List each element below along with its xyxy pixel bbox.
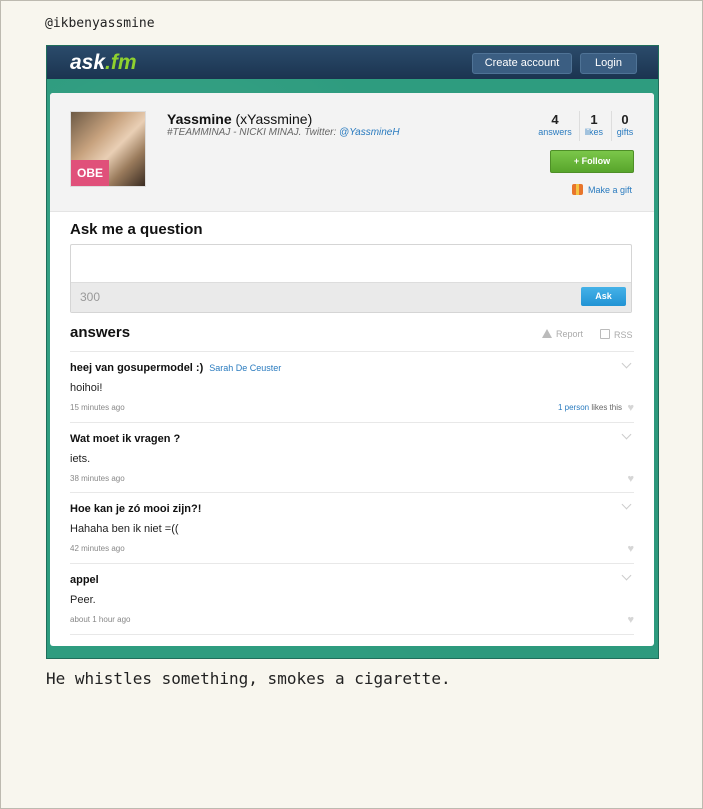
display-name: Yassmine (167, 111, 232, 127)
stat-value: 0 (621, 112, 629, 127)
stat-label: likes (584, 127, 603, 137)
answer-text: hoihoi! (70, 382, 103, 394)
answer-text: Peer. (70, 594, 96, 606)
make-gift-link[interactable]: Make a gift (572, 184, 632, 195)
logo-suffix: .fm (105, 51, 137, 74)
asker-link[interactable]: Sarah De Ceuster (209, 363, 281, 373)
login-button[interactable]: Login (580, 53, 637, 74)
answer-time[interactable]: 38 minutes ago (70, 474, 125, 483)
chevron-down-icon[interactable] (621, 499, 632, 510)
question-toolbar: 300 Ask (71, 282, 631, 312)
heart-icon[interactable]: ♥ (627, 615, 634, 626)
chevron-down-icon[interactable] (621, 429, 632, 440)
answer-question: Hoe kan je zó mooi zijn?! (70, 503, 201, 515)
chevron-down-icon[interactable] (621, 570, 632, 581)
answer-question: Wat moet ik vragen ? (70, 433, 180, 445)
stat-gifts[interactable]: 0 gifts (613, 112, 637, 137)
report-label: Report (556, 329, 584, 339)
askfm-logo[interactable]: ask.fm (70, 51, 137, 75)
answer-text: iets. (70, 453, 91, 465)
rss-icon (600, 329, 610, 339)
heart-icon[interactable]: ♥ (627, 403, 634, 414)
caption-story: He whistles something, smokes a cigarett… (46, 669, 451, 688)
avatar[interactable]: OBE (70, 111, 146, 187)
stat-label: gifts (616, 127, 634, 137)
stat-answers[interactable]: 4 answers (535, 112, 575, 137)
follow-button[interactable]: + Follow (550, 150, 634, 173)
ask-heading: Ask me a question (70, 221, 203, 238)
answer-time[interactable]: 42 minutes ago (70, 544, 125, 553)
question-text: appel (70, 574, 99, 586)
stat-value: 4 (551, 112, 559, 127)
likes-info: 1 person likes this (558, 403, 622, 412)
answer-time[interactable]: about 1 hour ago (70, 615, 131, 624)
logo-text: ask (70, 51, 106, 74)
question-text: Wat moet ik vragen ? (70, 433, 181, 445)
rss-label: RSS (614, 330, 633, 340)
heart-icon[interactable]: ♥ (627, 544, 634, 555)
profile-bio: #TEAMMINAJ - NICKI MINAJ. Twitter: @Yass… (167, 127, 400, 138)
question-textarea[interactable]: 300 Ask (70, 244, 632, 313)
answer-item: heej van gosupermodel :) Sarah De Ceuster… (70, 351, 634, 422)
warning-icon (542, 329, 552, 338)
answer-time[interactable]: 15 minutes ago (70, 403, 125, 412)
character-counter: 300 (80, 290, 101, 304)
top-navigation-bar: ask.fm Create account Login (47, 46, 658, 79)
gift-icon (572, 184, 583, 195)
rss-link[interactable]: RSS (600, 329, 633, 340)
avatar-shirt-text: OBE (71, 160, 109, 186)
answer-question: appel (70, 574, 99, 586)
question-text: heej van gosupermodel :) (70, 362, 204, 374)
chevron-down-icon[interactable] (621, 358, 632, 369)
stat-likes[interactable]: 1 likes (581, 112, 607, 137)
stat-divider (579, 111, 580, 141)
profile-header: OBE Yassmine (xYassmine) #TEAMMINAJ - NI… (50, 93, 654, 212)
profile-card: OBE Yassmine (xYassmine) #TEAMMINAJ - NI… (50, 93, 654, 646)
stat-value: 1 (590, 112, 598, 127)
report-link[interactable]: Report (542, 329, 583, 339)
ask-button[interactable]: Ask (581, 287, 626, 306)
profile-name: Yassmine (xYassmine) (167, 111, 312, 127)
username: (xYassmine) (235, 111, 313, 127)
stat-divider (611, 111, 612, 141)
twitter-link[interactable]: @YassmineH (339, 127, 400, 138)
likes-link[interactable]: 1 person (558, 403, 589, 412)
answer-item: appel Peer. about 1 hour ago ♥ (70, 563, 634, 635)
stat-label: answers (538, 127, 572, 137)
likes-text: likes this (589, 403, 622, 412)
bio-text: #TEAMMINAJ - NICKI MINAJ. Twitter: (167, 127, 340, 138)
answers-heading: answers (70, 324, 131, 341)
answer-question: heej van gosupermodel :) Sarah De Ceuster (70, 362, 281, 374)
gift-label: Make a gift (588, 185, 633, 195)
create-account-button[interactable]: Create account (472, 53, 572, 74)
answer-text: Hahaha ben ik niet =(( (70, 523, 179, 535)
askfm-screenshot: ask.fm Create account Login OBE Yassmine… (46, 45, 659, 659)
answer-item: Wat moet ik vragen ? iets. 38 minutes ag… (70, 422, 634, 493)
heart-icon[interactable]: ♥ (627, 474, 634, 485)
answer-item: Hoe kan je zó mooi zijn?! Hahaha ben ik … (70, 492, 634, 563)
caption-handle: @ikbenyassmine (45, 16, 155, 31)
question-text: Hoe kan je zó mooi zijn?! (70, 503, 202, 515)
